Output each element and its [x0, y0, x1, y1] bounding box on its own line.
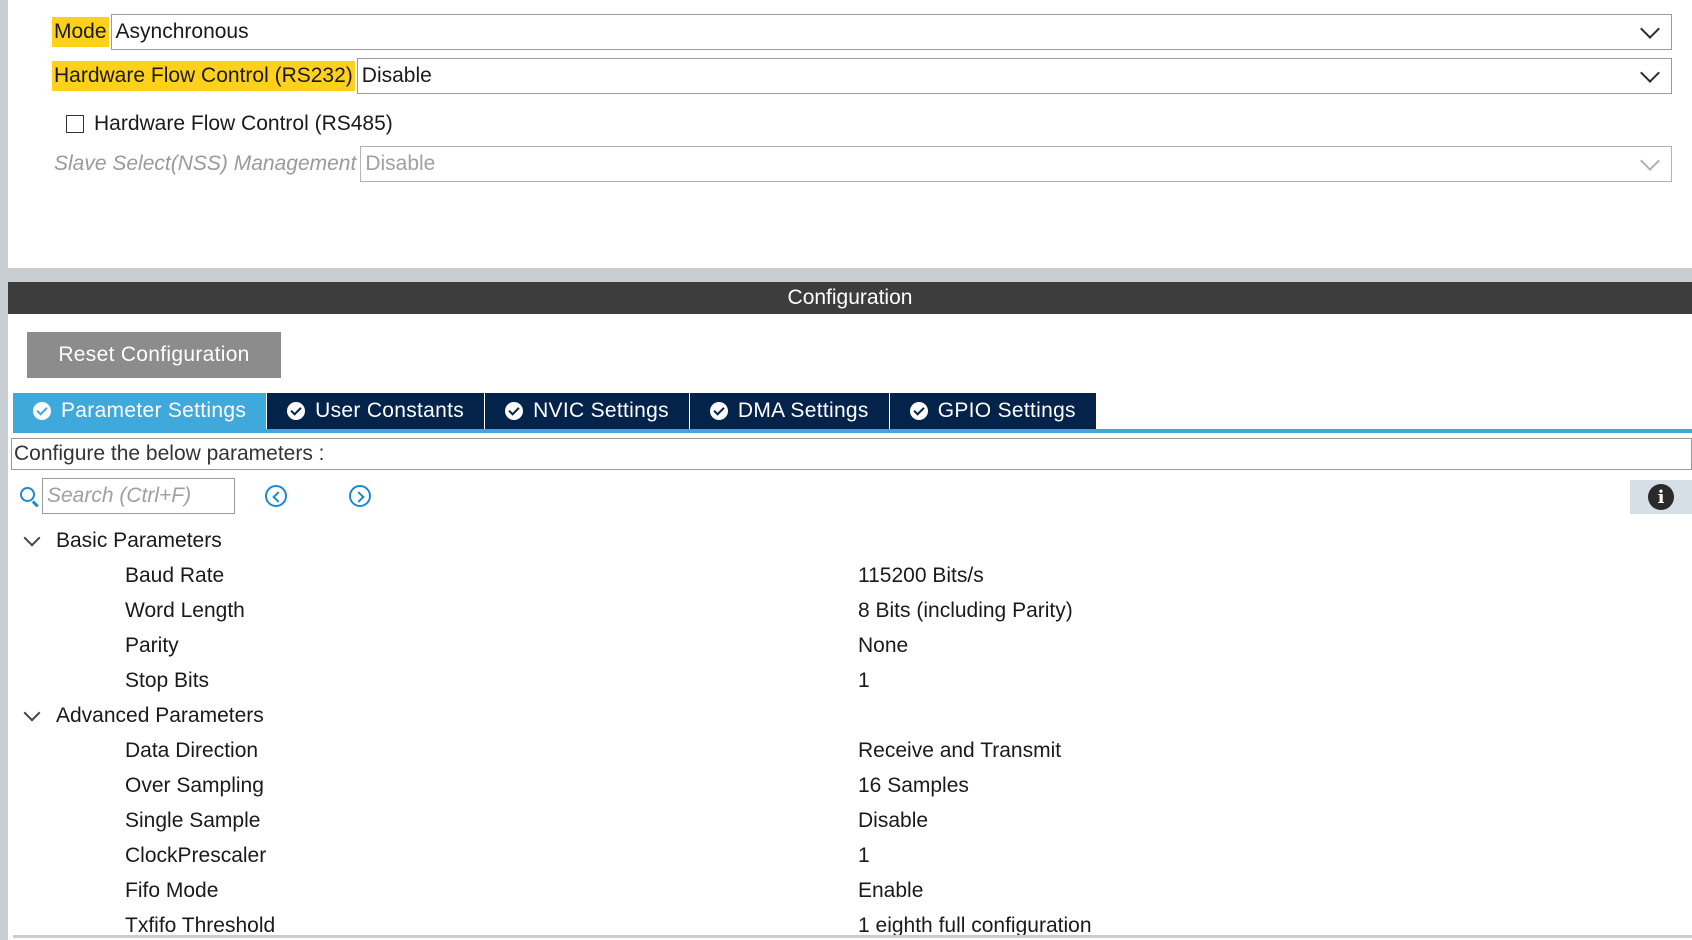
group-advanced-parameters[interactable]: Advanced Parameters: [20, 698, 1680, 733]
check-circle-icon: [909, 402, 928, 420]
param-value: 8 Bits (including Parity): [858, 598, 1073, 622]
param-name: ClockPrescaler: [125, 843, 267, 867]
param-row-over-sampling[interactable]: Over Sampling 16 Samples: [20, 768, 1680, 803]
mode-select-value: Asynchronous: [115, 20, 249, 43]
check-circle-icon: [709, 402, 728, 420]
param-value: 1: [858, 843, 870, 867]
param-value: None: [858, 633, 909, 657]
param-name: Single Sample: [125, 808, 261, 832]
chevron-down-icon[interactable]: [23, 529, 41, 546]
search-bar: [18, 478, 371, 514]
nss-select-value: Disable: [365, 152, 436, 175]
param-name: Over Sampling: [125, 773, 264, 797]
param-row-word-length[interactable]: Word Length 8 Bits (including Parity): [20, 593, 1680, 628]
group-title: Advanced Parameters: [56, 703, 264, 727]
panel-divider[interactable]: [8, 268, 1692, 282]
tab-nvic-settings[interactable]: NVIC Settings: [485, 393, 690, 429]
param-value: Receive and Transmit: [858, 738, 1062, 762]
tab-label: NVIC Settings: [533, 399, 669, 422]
param-row-single-sample[interactable]: Single Sample Disable: [20, 803, 1680, 838]
mode-panel: Mode Asynchronous Hardware Flow Control …: [8, 0, 1692, 268]
bottom-border: [13, 935, 1692, 938]
info-icon: i: [1648, 484, 1674, 510]
tab-dma-settings[interactable]: DMA Settings: [689, 393, 890, 429]
param-row-fifo-mode[interactable]: Fifo Mode Enable: [20, 873, 1680, 908]
tab-user-constants[interactable]: User Constants: [267, 393, 486, 429]
check-circle-icon: [287, 402, 306, 420]
tab-underline: [13, 429, 1692, 433]
hw-flow-rs232-row: Hardware Flow Control (RS232) Disable: [52, 58, 1672, 94]
mode-row: Mode Asynchronous: [52, 14, 1672, 50]
nss-label: Slave Select(NSS) Management: [54, 152, 357, 175]
uart-configuration-window: Mode Asynchronous Hardware Flow Control …: [0, 0, 1692, 940]
hw-flow-rs485-checkbox[interactable]: [66, 115, 84, 133]
configuration-header: Configuration: [8, 282, 1692, 314]
tab-label: User Constants: [315, 399, 465, 422]
tab-parameter-settings[interactable]: Parameter Settings: [13, 393, 268, 429]
group-title: Basic Parameters: [56, 528, 222, 552]
search-input[interactable]: [42, 478, 235, 514]
tab-label: GPIO Settings: [937, 399, 1076, 422]
nss-row: Slave Select(NSS) Management Disable: [52, 146, 1672, 182]
param-name: Baud Rate: [125, 563, 225, 587]
tab-label: Parameter Settings: [61, 399, 247, 422]
chevron-down-icon: [1640, 151, 1660, 171]
param-name: Parity: [125, 633, 179, 657]
chevron-down-icon: [1640, 63, 1660, 83]
hw-flow-rs232-label: Hardware Flow Control (RS232): [52, 61, 355, 91]
hw-flow-rs485-label: Hardware Flow Control (RS485): [94, 112, 393, 135]
mode-select[interactable]: Asynchronous: [110, 14, 1672, 50]
param-name: Fifo Mode: [125, 878, 219, 902]
check-circle-icon: [505, 402, 524, 420]
param-row-parity[interactable]: Parity None: [20, 628, 1680, 663]
param-name: Stop Bits: [125, 668, 210, 692]
hw-flow-rs232-select[interactable]: Disable: [356, 58, 1672, 94]
nss-select[interactable]: Disable: [360, 146, 1672, 182]
param-row-baud-rate[interactable]: Baud Rate 115200 Bits/s: [20, 558, 1680, 593]
parameters-instruction: Configure the below parameters :: [11, 438, 1692, 470]
parameter-tree: Basic Parameters Baud Rate 115200 Bits/s…: [20, 523, 1680, 940]
previous-result-icon[interactable]: [265, 485, 287, 507]
mode-label: Mode: [52, 17, 109, 47]
param-name: Data Direction: [125, 738, 259, 762]
param-value: Enable: [858, 878, 924, 902]
param-value: 1 eighth full configuration: [858, 913, 1092, 937]
info-button[interactable]: i: [1630, 480, 1692, 514]
param-row-data-direction[interactable]: Data Direction Receive and Transmit: [20, 733, 1680, 768]
chevron-down-icon[interactable]: [23, 704, 41, 721]
tab-gpio-settings[interactable]: GPIO Settings: [889, 393, 1097, 429]
group-basic-parameters[interactable]: Basic Parameters: [20, 523, 1680, 558]
param-value: 1: [858, 668, 870, 692]
config-tabs: Parameter Settings User Constants NVIC S…: [13, 393, 1097, 429]
tab-label: DMA Settings: [737, 399, 869, 422]
param-value: 115200 Bits/s: [858, 563, 984, 587]
param-name: Txfifo Threshold: [125, 913, 276, 937]
hw-flow-rs232-value: Disable: [361, 64, 432, 87]
check-circle-icon: [33, 402, 51, 420]
left-border: [0, 0, 8, 940]
search-icon[interactable]: [18, 485, 40, 507]
reset-configuration-button[interactable]: Reset Configuration: [27, 332, 281, 378]
hw-flow-rs485-row: Hardware Flow Control (RS485): [66, 112, 393, 136]
param-row-stop-bits[interactable]: Stop Bits 1: [20, 663, 1680, 698]
param-value: Disable: [858, 808, 929, 832]
next-result-icon[interactable]: [349, 485, 371, 507]
chevron-down-icon: [1640, 19, 1660, 39]
param-value: 16 Samples: [858, 773, 969, 797]
param-name: Word Length: [125, 598, 245, 622]
param-row-clock-prescaler[interactable]: ClockPrescaler 1: [20, 838, 1680, 873]
